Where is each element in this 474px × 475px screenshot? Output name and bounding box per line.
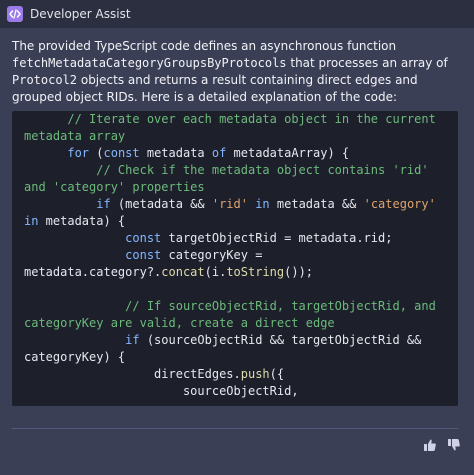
code-keyword: const [125, 248, 162, 262]
code-string: 'category' [363, 197, 436, 211]
code-content: // Iterate over each metadata object in … [24, 111, 450, 400]
thumbs-down-icon [448, 439, 460, 451]
code-keyword: if [125, 333, 140, 347]
message-intro: The provided TypeScript code defines an … [12, 38, 464, 106]
code-line: const targetObjectRid = metadata.rid; [125, 231, 393, 245]
assistant-message-panel: The provided TypeScript code defines an … [0, 28, 474, 475]
code-line: // If sourceObjectRid, targetObjectRid, … [24, 298, 450, 332]
code-keyword: const [103, 146, 140, 160]
code-function: toString [226, 265, 285, 279]
feedback-actions [422, 437, 462, 453]
thumbs-up-icon [424, 439, 436, 451]
code-string: 'rid' [211, 197, 248, 211]
code-block[interactable]: // Iterate over each metadata object in … [12, 111, 458, 406]
code-keyword: const [125, 231, 162, 245]
intro-text-2: that processes an array of [286, 56, 448, 70]
thumbs-down-button[interactable] [446, 437, 462, 453]
intro-text-1: The provided TypeScript code defines an … [12, 39, 397, 53]
inline-code-type: Protocol2 [12, 73, 78, 87]
title-bar: Developer Assist [0, 0, 474, 28]
code-line: sourceObjectRid, [24, 384, 299, 398]
window-title: Developer Assist [30, 7, 131, 21]
code-keyword: in [247, 197, 270, 211]
code-line: // Check if the metadata object contains… [24, 162, 450, 196]
code-line: if (metadata && 'rid' in metadata && 'ca… [24, 197, 444, 228]
code-function: concat [161, 265, 205, 279]
code-line: directEdges.push({ [154, 367, 285, 381]
divider [12, 428, 458, 429]
code-line: if (sourceObjectRid && targetObjectRid &… [24, 333, 429, 364]
code-keyword: of [211, 146, 227, 160]
code-function: push [240, 367, 270, 381]
code-line: // Iterate over each metadata object in … [24, 111, 450, 145]
thumbs-up-button[interactable] [422, 437, 438, 453]
code-comment: // If sourceObjectRid, targetObjectRid, … [24, 299, 444, 330]
inline-code-function: fetchMetadataCategoryGroupsByProtocols [12, 56, 287, 70]
code-icon [7, 6, 23, 22]
code-keyword: for [67, 146, 90, 160]
code-line: const categoryKey = metadata.category?.c… [24, 248, 314, 279]
code-comment: // Iterate over each metadata object in … [24, 112, 444, 143]
code-line: for (const metadata of metadataArray) { [67, 146, 350, 160]
code-keyword: if [96, 197, 111, 211]
code-comment: // Check if the metadata object contains… [24, 163, 436, 194]
